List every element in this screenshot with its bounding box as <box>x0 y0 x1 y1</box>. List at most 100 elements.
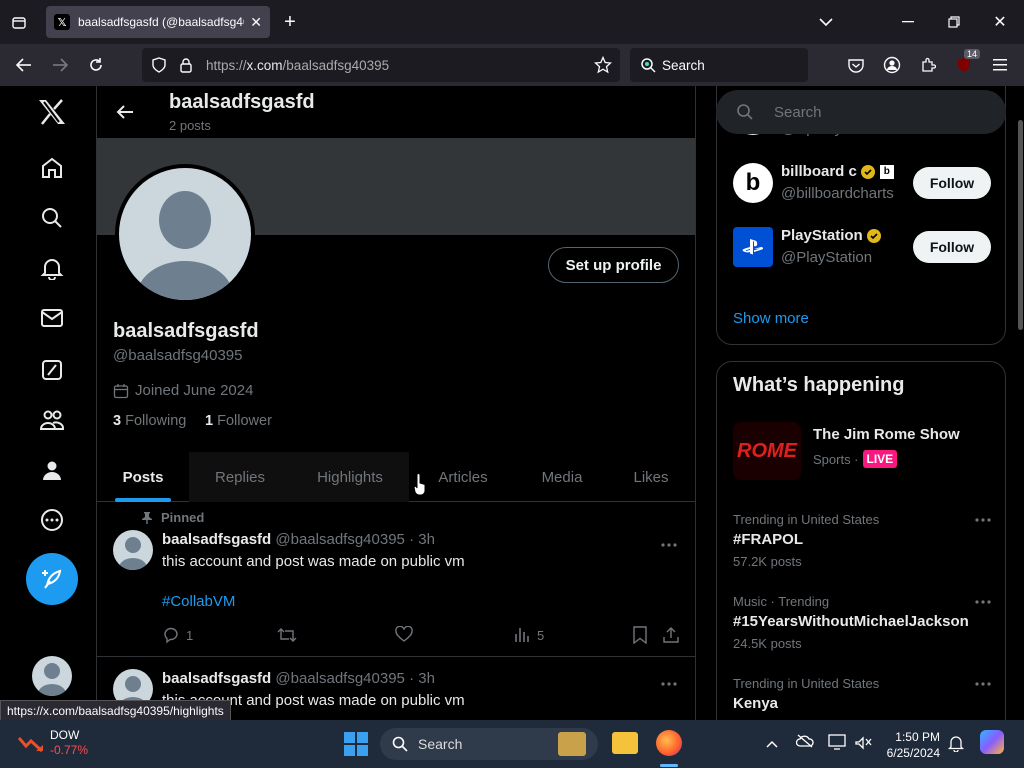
followers-label: Follower <box>217 413 272 429</box>
minimize-window-icon[interactable] <box>896 10 920 34</box>
trend-more-icon[interactable] <box>975 518 991 522</box>
post-hashtag-link[interactable]: #CollabVM <box>162 593 235 610</box>
tab-media-label: Media <box>541 468 583 486</box>
followers-link[interactable]: 1 Follower <box>205 413 272 429</box>
trend-meta: Trending in United States <box>733 512 880 527</box>
start-button[interactable] <box>344 732 368 756</box>
app-menu-icon[interactable] <box>988 53 1012 77</box>
post-time[interactable]: · 3h <box>409 670 435 687</box>
follow-suggestion-playstation[interactable]: PlayStation @PlayStation Follow <box>733 225 991 269</box>
heart-icon <box>395 625 413 642</box>
tab-overview-icon[interactable] <box>8 12 30 34</box>
notifications-bell-icon[interactable] <box>36 252 68 284</box>
copilot-icon[interactable] <box>980 730 1004 754</box>
taskbar-clock[interactable]: 1:50 PM 6/25/2024 <box>880 729 940 761</box>
trend-item[interactable]: Music · Trending #15YearsWithoutMichaelJ… <box>733 594 991 656</box>
browser-search-bar[interactable]: Search <box>630 48 808 82</box>
back-icon[interactable] <box>12 53 36 77</box>
explore-search-icon[interactable] <box>36 202 68 234</box>
post-avatar[interactable] <box>113 530 153 570</box>
ublock-extension-icon[interactable]: 14 <box>952 49 980 77</box>
firefox-taskbar-icon[interactable] <box>656 730 682 756</box>
extensions-icon[interactable] <box>916 53 940 77</box>
tab-highlights[interactable]: Highlights <box>291 452 409 502</box>
url-bar[interactable]: https://x.com/baalsadfsg40395 <box>142 48 620 82</box>
live-event-item[interactable]: ROME The Jim Rome Show Sports · LIVE <box>733 418 991 488</box>
bookmark-action-icon[interactable] <box>632 626 648 649</box>
taskbar-search[interactable]: Search <box>380 728 598 760</box>
post-more-icon[interactable] <box>661 673 677 691</box>
profile-icon[interactable] <box>36 454 68 486</box>
list-tabs-icon[interactable] <box>814 10 838 34</box>
follow-button[interactable]: Follow <box>913 167 991 199</box>
new-tab-icon[interactable]: + <box>278 10 302 34</box>
back-arrow-icon[interactable] <box>113 100 137 124</box>
compose-post-button[interactable] <box>26 553 78 605</box>
post-time[interactable]: · 3h <box>409 531 435 548</box>
post-more-icon[interactable] <box>661 534 677 552</box>
browser-tab-bar: 𝕏 baalsadfsgasfd (@baalsadfsg40 ✕ + ✕ <box>0 0 1024 44</box>
url-host: x.com <box>246 57 283 73</box>
close-window-icon[interactable]: ✕ <box>988 10 1012 34</box>
repost-action[interactable] <box>277 626 297 649</box>
trend-item[interactable]: Trending in United States #FRAPOL 57.2K … <box>733 512 991 574</box>
post-header: baalsadfsgasfd @baalsadfsg40395 · 3h <box>162 670 435 687</box>
file-explorer-icon[interactable] <box>612 732 638 754</box>
follow-suggestion-billboard[interactable]: b billboard c b @billboardcharts Follow <box>733 161 991 205</box>
restore-window-icon[interactable] <box>942 10 966 34</box>
tab-posts[interactable]: Posts <box>97 452 189 502</box>
notification-bell-icon[interactable] <box>947 734 965 757</box>
search-engine-icon <box>640 57 656 73</box>
reply-action[interactable]: 1 <box>162 626 193 644</box>
trend-more-icon[interactable] <box>975 600 991 604</box>
reply-count: 1 <box>186 627 194 643</box>
post-author-name[interactable]: baalsadfsgasfd <box>162 531 271 548</box>
page-scrollbar-thumb[interactable] <box>1018 120 1023 330</box>
like-action[interactable] <box>395 625 413 648</box>
stock-widget[interactable]: DOW -0.77% <box>18 728 88 758</box>
show-more-link[interactable]: Show more <box>733 310 809 327</box>
sidebar-search-input[interactable]: Search <box>716 90 1006 134</box>
more-circle-icon[interactable] <box>36 504 68 536</box>
close-tab-icon[interactable]: ✕ <box>250 14 262 31</box>
post-author-handle[interactable]: @baalsadfsg40395 <box>275 670 405 687</box>
post-author-name[interactable]: baalsadfsgasfd <box>162 670 271 687</box>
account-icon[interactable] <box>880 53 904 77</box>
grok-icon[interactable] <box>36 354 68 386</box>
home-icon[interactable] <box>36 152 68 184</box>
show-hidden-icons-chevron-icon[interactable] <box>766 736 778 754</box>
pin-icon <box>142 512 152 524</box>
tab-likes[interactable]: Likes <box>607 452 695 502</box>
bookmark-star-icon[interactable] <box>593 55 613 77</box>
reload-icon[interactable] <box>84 53 108 77</box>
setup-profile-button[interactable]: Set up profile <box>548 247 679 283</box>
post-item[interactable]: Pinned baalsadfsgasfd @baalsadfsg40395 ·… <box>97 502 695 657</box>
clock-time: 1:50 PM <box>895 730 940 744</box>
left-nav <box>0 86 96 720</box>
network-volume-icon[interactable] <box>854 734 872 755</box>
follow-button[interactable]: Follow <box>913 231 991 263</box>
trend-more-icon[interactable] <box>975 682 991 686</box>
display-icon[interactable] <box>828 734 846 755</box>
onedrive-offline-icon[interactable] <box>795 734 814 753</box>
url-path: /baalsadfsg40395 <box>282 57 390 73</box>
tab-articles-label: Articles <box>438 468 488 486</box>
following-link[interactable]: 3 Following <box>113 413 186 429</box>
messages-envelope-icon[interactable] <box>36 302 68 334</box>
tab-media[interactable]: Media <box>517 452 607 502</box>
post-author-handle[interactable]: @baalsadfsg40395 <box>275 531 405 548</box>
browser-tab-active[interactable]: 𝕏 baalsadfsgasfd (@baalsadfsg40 ✕ <box>46 6 270 38</box>
profile-avatar[interactable] <box>115 164 255 304</box>
account-avatar[interactable] <box>32 656 72 696</box>
views-action[interactable]: 5 <box>513 626 544 644</box>
communities-icon[interactable] <box>36 404 68 436</box>
tab-replies[interactable]: Replies <box>189 452 291 502</box>
lock-icon[interactable] <box>180 57 198 73</box>
x-logo-icon[interactable] <box>36 96 68 128</box>
trend-item[interactable]: Trending in United States Kenya <box>733 676 991 720</box>
share-icon[interactable] <box>662 626 680 649</box>
shield-icon[interactable] <box>152 57 170 73</box>
forward-icon[interactable] <box>48 53 72 77</box>
affiliate-badge-icon: b <box>879 164 894 179</box>
pocket-icon[interactable] <box>844 53 868 77</box>
